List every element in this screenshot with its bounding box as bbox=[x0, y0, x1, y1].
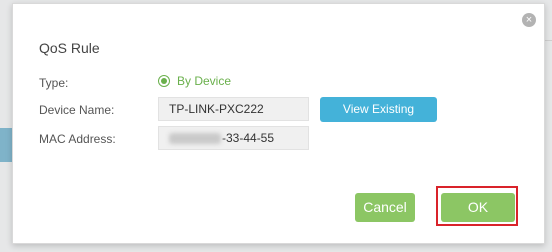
dialog-title: QoS Rule bbox=[39, 40, 100, 56]
mac-address-value: -33-44-55 bbox=[222, 131, 275, 145]
mac-address-label: MAC Address: bbox=[39, 132, 116, 146]
type-by-device-label: By Device bbox=[177, 74, 232, 88]
radio-selected-icon[interactable] bbox=[158, 75, 170, 87]
cancel-button[interactable]: Cancel bbox=[355, 193, 415, 222]
device-name-field[interactable]: TP-LINK-PXC222 bbox=[158, 97, 309, 121]
close-icon[interactable]: × bbox=[522, 13, 536, 27]
qos-rule-dialog: × QoS Rule Type: By Device Device Name: … bbox=[12, 3, 545, 244]
type-by-device-option[interactable]: By Device bbox=[158, 74, 231, 88]
mac-address-field[interactable]: -33-44-55 bbox=[158, 126, 309, 150]
type-label: Type: bbox=[39, 76, 69, 90]
view-existing-devices-button[interactable]: View Existing Devices bbox=[320, 97, 437, 141]
mac-redacted-blur bbox=[169, 133, 221, 145]
device-name-label: Device Name: bbox=[39, 103, 115, 117]
ok-button[interactable]: OK bbox=[441, 193, 515, 222]
background-selected-row bbox=[0, 128, 12, 162]
